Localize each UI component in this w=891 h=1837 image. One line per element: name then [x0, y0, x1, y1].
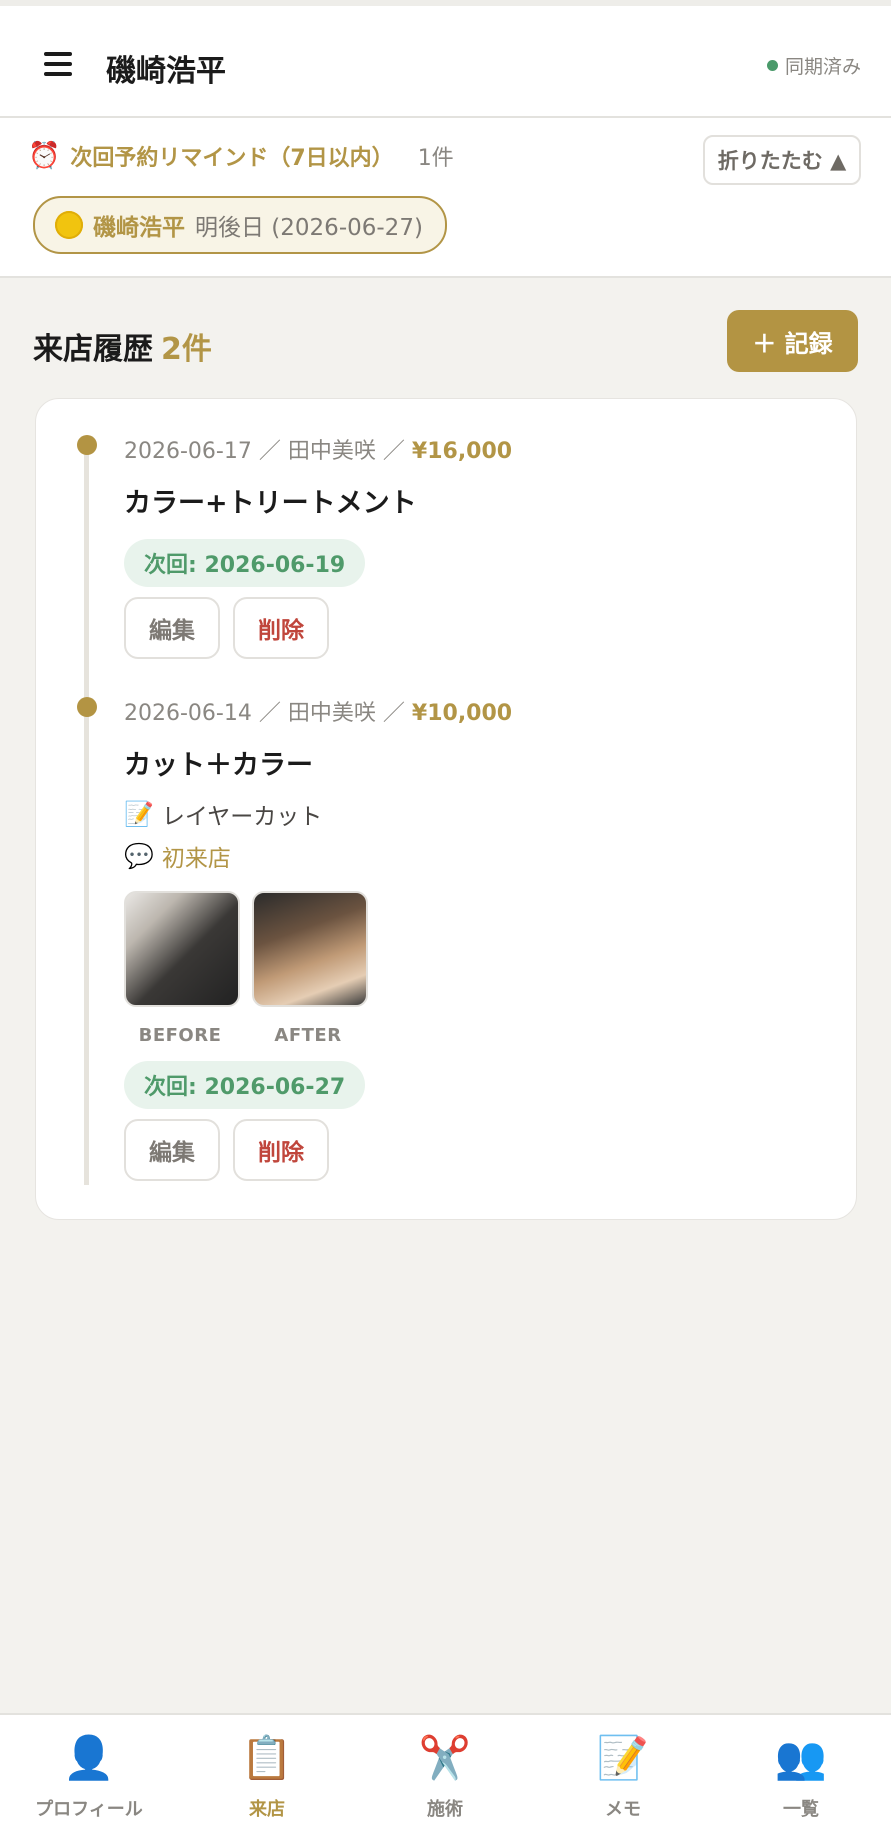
- timeline-dot: [77, 697, 97, 717]
- nav-visits[interactable]: 📋 来店: [192, 1733, 342, 1821]
- nav-treatments-label: 施術: [427, 1799, 463, 1820]
- page-title: 磯崎浩平: [106, 54, 226, 89]
- reminder-chip[interactable]: 磯崎浩平 明後日 (2026-06-27): [33, 196, 447, 254]
- profile-icon: 👤: [62, 1733, 116, 1782]
- next-visit-badge: 次回: 2026-06-27: [124, 1061, 366, 1109]
- visit-comment: 💬 初来店: [124, 839, 231, 873]
- nav-treatments[interactable]: ✂️ 施術: [370, 1733, 520, 1821]
- meta-separator: ／: [382, 439, 405, 464]
- visit-service: カラー+トリートメント: [124, 488, 417, 519]
- bottom-nav: 👤 プロフィール 📋 来店 ✂️ 施術 📝 メモ 👥 一覧: [0, 1713, 891, 1837]
- nav-visits-label: 来店: [249, 1799, 285, 1820]
- add-record-button[interactable]: ＋ 記録: [727, 310, 858, 372]
- nav-profile[interactable]: 👤 プロフィール: [14, 1733, 164, 1821]
- memo-icon: 📝: [596, 1733, 650, 1782]
- alarm-clock-icon: ⏰: [28, 141, 61, 171]
- reminder-count: 1件: [417, 146, 454, 171]
- nav-list[interactable]: 👥 一覧: [726, 1733, 876, 1821]
- app-header: 磯崎浩平 同期済み: [0, 6, 891, 118]
- visit-actions: 編集 削除: [124, 597, 329, 659]
- sync-status-label: 同期済み: [784, 56, 861, 78]
- visit-price: ¥16,000: [411, 439, 513, 464]
- visit-staff: 田中美咲: [287, 439, 376, 464]
- yellow-circle-icon: [55, 211, 83, 239]
- reminder-chip-name: 磯崎浩平: [93, 215, 185, 241]
- before-photo[interactable]: [124, 891, 240, 1007]
- reminder-chip-date: 明後日 (2026-06-27): [195, 215, 423, 241]
- reminder-title: 次回予約リマインド（7日以内）: [70, 146, 394, 171]
- meta-separator: ／: [258, 439, 281, 464]
- edit-button[interactable]: 編集: [124, 1119, 220, 1181]
- speech-bubble-icon: 💬: [124, 842, 154, 870]
- timeline-line: [84, 447, 89, 1185]
- sync-dot-icon: [766, 60, 778, 71]
- nav-memo[interactable]: 📝 メモ: [548, 1733, 698, 1821]
- timeline-dot: [77, 435, 97, 455]
- next-visit-badge: 次回: 2026-06-19: [124, 539, 366, 587]
- visit-history-card: 2026-06-17 ／ 田中美咲 ／ ¥16,000 カラー+トリートメント …: [35, 398, 857, 1220]
- edit-button[interactable]: 編集: [124, 597, 220, 659]
- clipboard-icon: 📋: [240, 1733, 294, 1782]
- visit-note: 📝 レイヤーカット: [124, 797, 322, 831]
- visit-staff: 田中美咲: [287, 701, 376, 726]
- after-photo-label: AFTER: [274, 1025, 342, 1046]
- collapse-button[interactable]: 折りたたむ ▲: [703, 135, 861, 185]
- sync-status: 同期済み: [766, 52, 861, 79]
- meta-separator: ／: [258, 701, 281, 726]
- visit-actions: 編集 削除: [124, 1119, 329, 1181]
- memo-icon: 📝: [124, 800, 154, 828]
- nav-list-label: 一覧: [783, 1799, 819, 1820]
- scissors-icon: ✂️: [418, 1733, 472, 1782]
- visit-history-count: 2件: [161, 332, 212, 367]
- after-photo[interactable]: [252, 891, 368, 1007]
- delete-button[interactable]: 削除: [233, 1119, 329, 1181]
- reminder-panel: ⏰ 次回予約リマインド（7日以内） 1件 折りたたむ ▲ 磯崎浩平 明後日 (2…: [0, 118, 891, 278]
- reminder-header: ⏰ 次回予約リマインド（7日以内） 1件: [28, 140, 454, 172]
- visit-history-label: 来店履歴: [33, 332, 153, 367]
- meta-separator: ／: [382, 701, 405, 726]
- visit-date: 2026-06-17: [124, 439, 252, 464]
- nav-profile-label: プロフィール: [35, 1799, 143, 1820]
- users-icon: 👥: [774, 1733, 828, 1782]
- nav-memo-label: メモ: [605, 1799, 641, 1820]
- visit-history-title: 来店履歴 2件: [33, 324, 212, 368]
- visit-note-text: レイヤーカット: [161, 804, 323, 830]
- visit-date: 2026-06-14: [124, 701, 252, 726]
- visit-service: カット＋カラー: [124, 750, 313, 781]
- delete-button[interactable]: 削除: [233, 597, 329, 659]
- visit-price: ¥10,000: [411, 701, 513, 726]
- before-photo-label: BEFORE: [138, 1025, 222, 1046]
- visit-comment-text: 初来店: [161, 846, 231, 872]
- hamburger-menu-icon[interactable]: [44, 52, 72, 76]
- visit-meta: 2026-06-14 ／ 田中美咲 ／ ¥10,000: [124, 695, 512, 727]
- visit-meta: 2026-06-17 ／ 田中美咲 ／ ¥16,000: [124, 433, 512, 465]
